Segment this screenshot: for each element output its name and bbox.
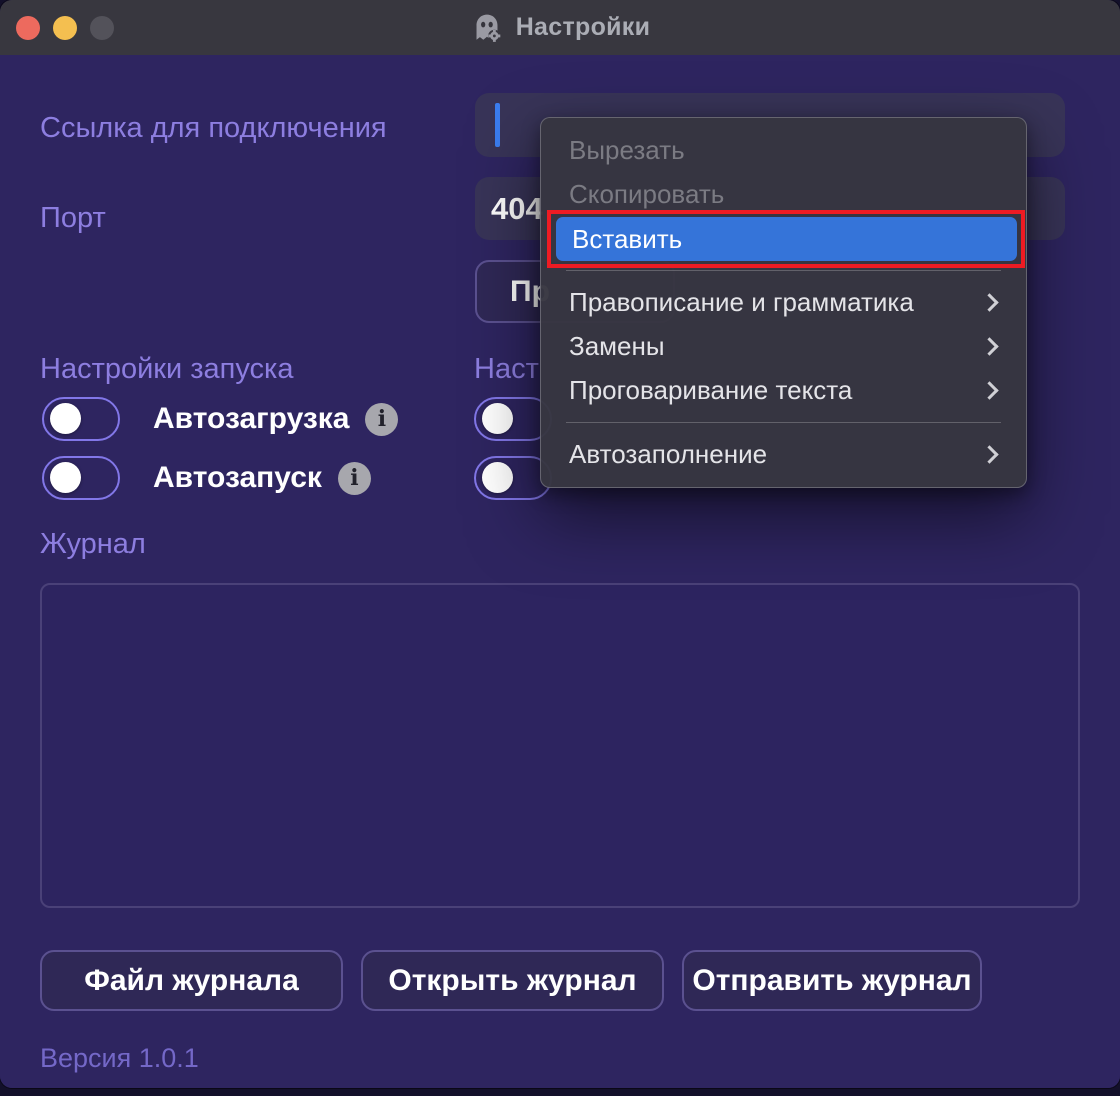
menu-item-copy: Скопировать xyxy=(541,172,1026,216)
menu-divider xyxy=(566,270,1001,271)
right-section-header: Наст xyxy=(474,353,539,386)
settings-content: Ссылка для подключения Порт Пр Настройки… xyxy=(0,55,1120,1088)
version-label: Версия 1.0.1 xyxy=(40,1043,199,1074)
text-cursor xyxy=(495,103,500,147)
journal-log-area[interactable] xyxy=(40,583,1080,908)
autoload-toggle-row: Автозагрузка i xyxy=(42,397,398,441)
info-icon[interactable]: i xyxy=(365,403,398,436)
port-label: Порт xyxy=(40,202,106,235)
open-journal-button[interactable]: Открыть журнал xyxy=(361,950,664,1011)
autoload-label: Автозагрузка xyxy=(153,402,349,436)
chevron-right-icon xyxy=(980,337,998,355)
launch-settings-header: Настройки запуска xyxy=(40,353,294,386)
titlebar: Настройки xyxy=(0,0,1120,55)
autoload-toggle[interactable] xyxy=(42,397,120,441)
menu-item-paste[interactable]: Вставить xyxy=(556,217,1017,261)
send-journal-button[interactable]: Отправить журнал xyxy=(682,950,982,1011)
autostart-toggle[interactable] xyxy=(42,456,120,500)
menu-item-substitutions[interactable]: Замены xyxy=(541,324,1026,368)
chevron-right-icon xyxy=(980,445,998,463)
menu-item-autofill[interactable]: Автозаполнение xyxy=(541,432,1026,476)
minimize-button[interactable] xyxy=(53,16,77,40)
toggle-knob xyxy=(482,462,513,493)
menu-divider xyxy=(566,422,1001,423)
close-button[interactable] xyxy=(16,16,40,40)
autostart-toggle-row: Автозапуск i xyxy=(42,456,371,500)
toggle-knob xyxy=(482,403,513,434)
zoom-button-disabled xyxy=(90,16,114,40)
app-ghost-icon xyxy=(470,11,504,45)
journal-header: Журнал xyxy=(40,528,146,561)
window-title: Настройки xyxy=(516,13,651,42)
chevron-right-icon xyxy=(980,381,998,399)
toggle-knob xyxy=(50,403,81,434)
context-menu: Вырезать Скопировать Правописание и грам… xyxy=(540,117,1027,488)
menu-item-cut: Вырезать xyxy=(541,128,1026,172)
menu-item-spelling-grammar[interactable]: Правописание и грамматика xyxy=(541,280,1026,324)
toggle-knob xyxy=(50,462,81,493)
menu-item-speech[interactable]: Проговаривание текста xyxy=(541,368,1026,412)
info-icon[interactable]: i xyxy=(338,462,371,495)
connection-link-label: Ссылка для подключения xyxy=(40,112,387,145)
settings-window: Настройки Ссылка для подключения Порт Пр… xyxy=(0,0,1120,1088)
autostart-label: Автозапуск xyxy=(153,461,322,495)
traffic-lights xyxy=(16,0,114,55)
journal-file-button[interactable]: Файл журнала xyxy=(40,950,343,1011)
chevron-right-icon xyxy=(980,293,998,311)
